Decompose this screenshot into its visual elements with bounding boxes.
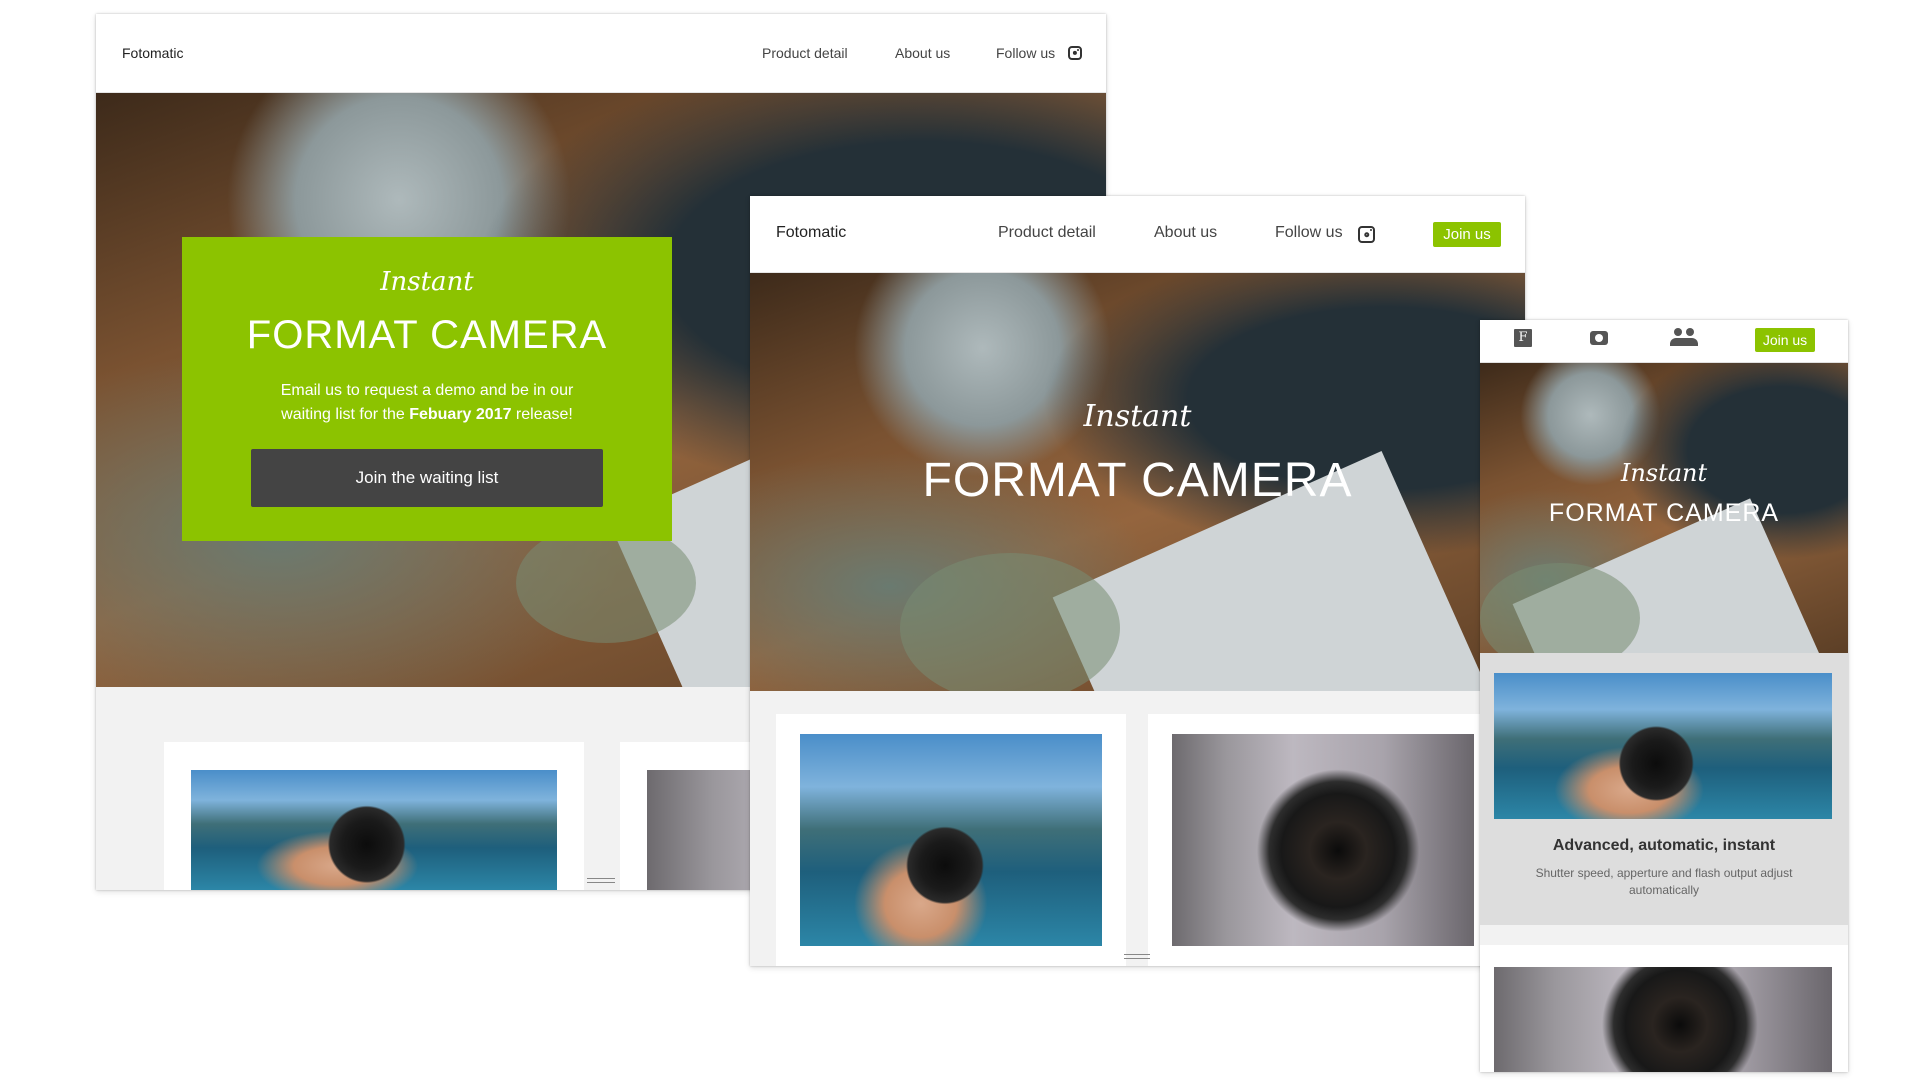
camera-lens-photo xyxy=(1172,734,1474,946)
people-icon-body xyxy=(1670,338,1698,346)
camera-lens-dot xyxy=(1595,334,1603,342)
instagram-icon[interactable] xyxy=(1068,46,1082,60)
tablet-navbar: Fotomatic Product detail About us Follow… xyxy=(750,196,1525,273)
lens-lake-photo xyxy=(800,734,1102,946)
lens-lake-photo xyxy=(1494,673,1832,819)
feature-title: Advanced, automatic, instant xyxy=(1552,837,1776,854)
lens-lake-photo xyxy=(191,770,557,890)
nav-about-us[interactable]: About us xyxy=(1154,224,1217,242)
nav-about-us[interactable]: About us xyxy=(895,45,950,61)
mobile-feature-card xyxy=(1480,945,1848,1072)
resize-handle[interactable] xyxy=(587,878,615,883)
hero-description-suffix: release! xyxy=(511,406,573,423)
hero-title: FORMAT CAMERA xyxy=(1548,499,1780,527)
feature-description: Shutter speed, apperture and flash outpu… xyxy=(1535,866,1793,897)
hero-script-title: Instant xyxy=(380,267,474,297)
mobile-preview: F Join us Instant FORMAT CAMERA Advanced… xyxy=(1480,320,1848,1072)
nav-product-detail[interactable]: Product detail xyxy=(762,45,848,61)
nav-follow-us[interactable]: Follow us xyxy=(1275,224,1343,242)
tablet-feature-card xyxy=(1148,714,1498,966)
nav-product-detail[interactable]: Product detail xyxy=(998,224,1096,242)
tablet-hero: Instant FORMAT CAMERA xyxy=(750,273,1525,691)
nav-follow-us[interactable]: Follow us xyxy=(996,45,1055,61)
camera-icon[interactable] xyxy=(1590,331,1608,345)
mobile-hero: Instant FORMAT CAMERA xyxy=(1480,363,1848,653)
desktop-feature-card xyxy=(164,742,584,890)
hero-plant-decoration xyxy=(516,523,696,643)
tablet-preview: Fotomatic Product detail About us Follow… xyxy=(750,196,1525,966)
people-icon-head-2 xyxy=(1686,328,1694,336)
join-waiting-list-button[interactable]: Join the waiting list xyxy=(251,449,603,507)
fotomatic-logo-icon[interactable]: F xyxy=(1514,329,1532,347)
mobile-feature-card: Advanced, automatic, instant Shutter spe… xyxy=(1480,653,1848,925)
hero-title: FORMAT CAMERA xyxy=(922,454,1353,507)
resize-handle[interactable] xyxy=(1124,954,1150,959)
people-icon[interactable] xyxy=(1670,328,1700,348)
people-icon-head-1 xyxy=(1674,328,1682,336)
hero-description: Email us to request a demo and be in our… xyxy=(262,379,592,427)
tablet-feature-card xyxy=(776,714,1126,966)
camera-lens-photo xyxy=(1494,967,1832,1072)
hero-script-title: Instant xyxy=(1620,459,1708,487)
brand-logo[interactable]: Fotomatic xyxy=(122,45,183,61)
hero-plant-decoration xyxy=(900,553,1120,691)
hero-card: Instant FORMAT CAMERA Email us to reques… xyxy=(182,237,672,541)
join-us-button[interactable]: Join us xyxy=(1755,328,1815,352)
instagram-icon[interactable] xyxy=(1358,226,1375,243)
hero-title: FORMAT CAMERA xyxy=(246,313,608,357)
brand-logo[interactable]: Fotomatic xyxy=(776,224,846,242)
hero-script-title: Instant xyxy=(1083,399,1192,434)
hero-release-date: Febuary 2017 xyxy=(409,406,512,423)
join-us-button[interactable]: Join us xyxy=(1433,222,1501,247)
mobile-navbar: F Join us xyxy=(1480,320,1848,363)
desktop-navbar: Fotomatic Product detail About us Follow… xyxy=(96,14,1106,93)
